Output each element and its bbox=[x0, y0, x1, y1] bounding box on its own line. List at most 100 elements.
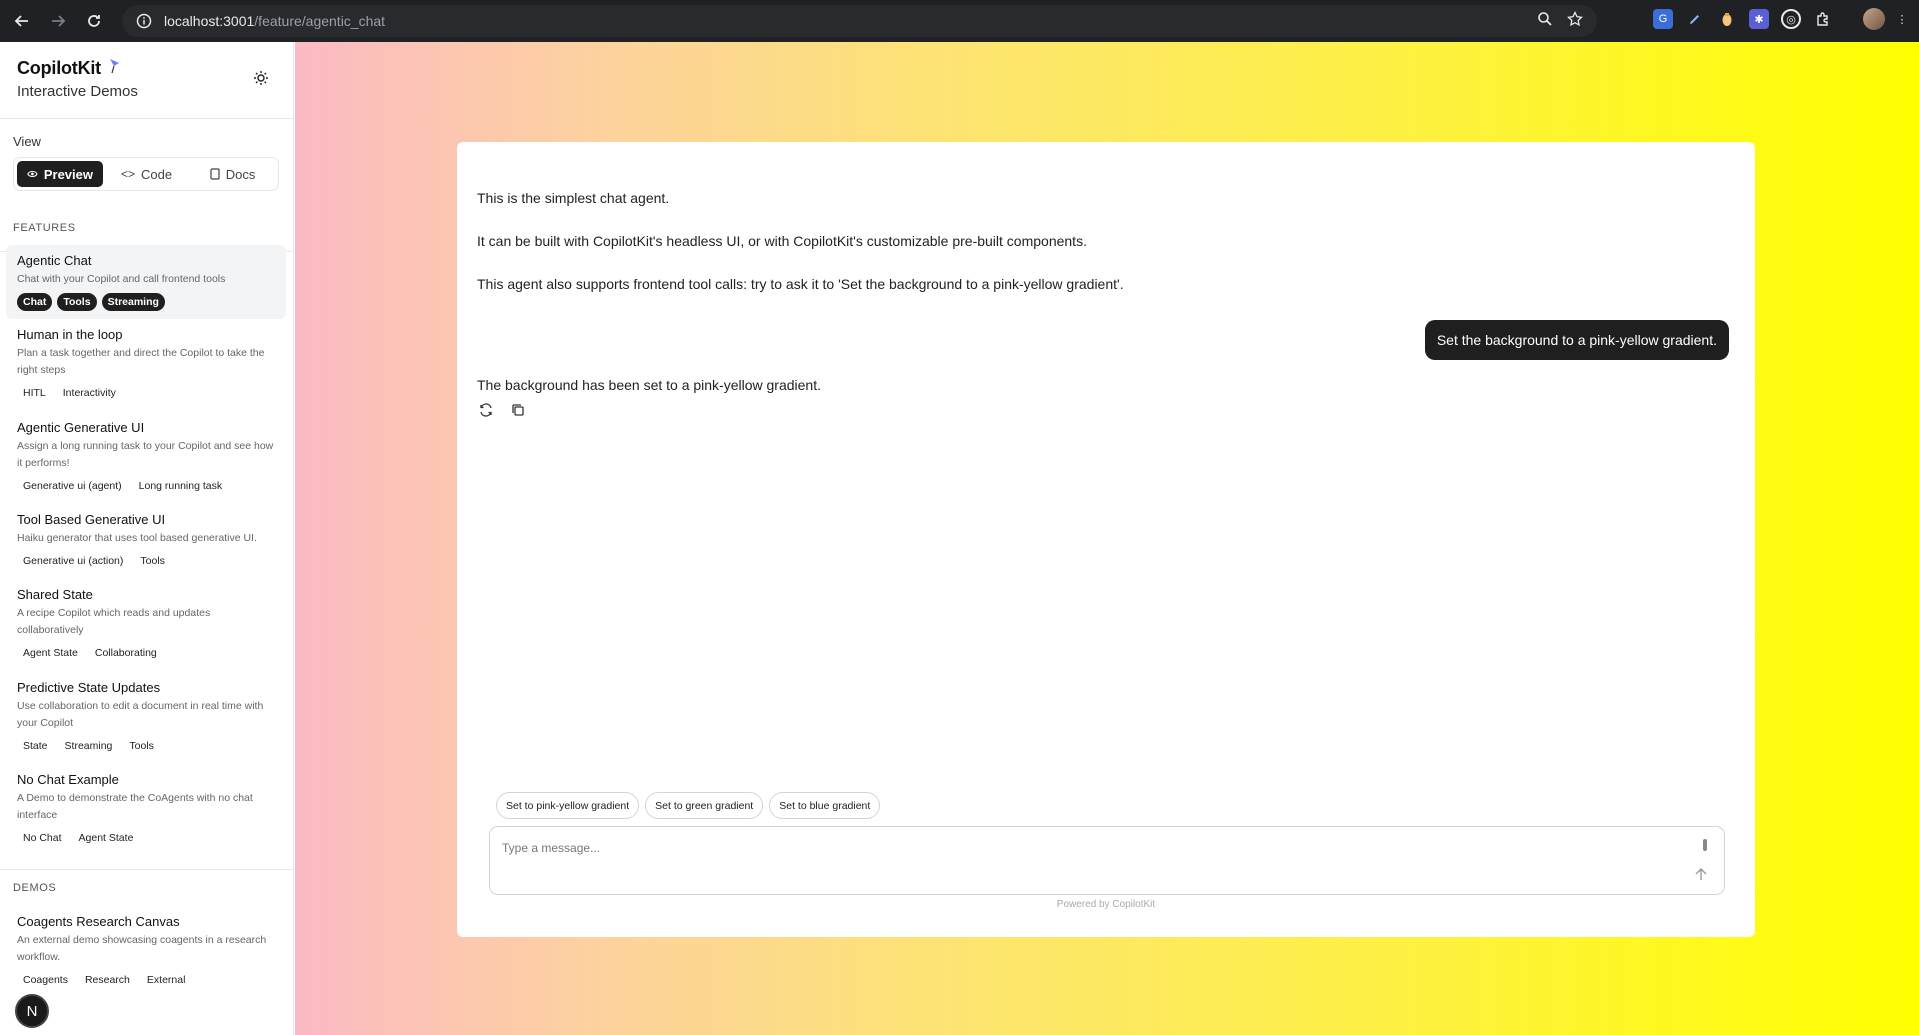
tag: State bbox=[23, 740, 48, 752]
brand-subtitle: Interactive Demos bbox=[17, 83, 138, 100]
tab-code-label: Code bbox=[140, 166, 173, 182]
tab-docs[interactable]: Docs bbox=[190, 161, 275, 187]
feature-title: Tool Based Generative UI bbox=[17, 512, 166, 527]
copy-icon[interactable] bbox=[511, 403, 525, 422]
tab-code[interactable]: <> Code bbox=[107, 161, 186, 187]
shield-extension-icon[interactable]: ◎ bbox=[1781, 9, 1801, 29]
feature-title: Predictive State Updates bbox=[17, 680, 161, 695]
profile-avatar[interactable] bbox=[1863, 8, 1885, 30]
feature-item-agentic-chat[interactable]: Agentic Chat Chat with your Copilot and … bbox=[6, 245, 286, 319]
tag: Long running task bbox=[138, 480, 223, 492]
feature-item-tool-based-generative-ui[interactable]: Tool Based Generative UI Haiku generator… bbox=[6, 504, 286, 578]
input-scrollbar[interactable] bbox=[1703, 839, 1707, 851]
reload-icon[interactable] bbox=[80, 7, 108, 35]
tag: Streaming bbox=[101, 293, 165, 311]
tab-docs-label: Docs bbox=[225, 166, 256, 182]
suggestion-chip[interactable]: Set to pink-yellow gradient bbox=[496, 792, 640, 819]
feature-item-human-in-the-loop[interactable]: Human in the loop Plan a task together a… bbox=[6, 319, 286, 410]
tab-preview[interactable]: Preview bbox=[17, 161, 103, 187]
tag: Tools bbox=[129, 740, 154, 752]
tag: Research bbox=[84, 974, 130, 986]
feature-title: Human in the loop bbox=[17, 327, 123, 342]
tag: Generative ui (agent) bbox=[23, 480, 122, 492]
sun-theme-toggle-icon[interactable] bbox=[253, 70, 273, 90]
feature-item-no-chat-example[interactable]: No Chat Example A Demo to demonstrate th… bbox=[6, 764, 286, 855]
back-icon[interactable] bbox=[8, 7, 36, 35]
bookmark-star-icon[interactable] bbox=[1567, 10, 1583, 32]
demo-description: An external demo showcasing coagents in … bbox=[17, 934, 267, 963]
tag: External bbox=[146, 974, 186, 986]
brand-header: CopilotKit Interactive Demos bbox=[0, 42, 293, 119]
divider bbox=[0, 869, 293, 870]
browser-menu-icon[interactable]: ⋮ bbox=[1897, 9, 1908, 29]
feature-description: A recipe Copilot which reads and updates… bbox=[17, 607, 211, 636]
powered-by-footer[interactable]: Powered by CopilotKit bbox=[457, 899, 1755, 910]
feature-description: Haiku generator that uses tool based gen… bbox=[17, 532, 257, 544]
extensions-puzzle-icon[interactable] bbox=[1813, 9, 1833, 29]
feature-title: Agentic Generative UI bbox=[17, 420, 145, 435]
assistant-message-line: This agent also supports frontend tool c… bbox=[477, 276, 1124, 292]
sidebar: CopilotKit Interactive Demos View Previe… bbox=[0, 42, 294, 1035]
demo-title: Coagents Research Canvas bbox=[17, 914, 180, 929]
forward-icon[interactable] bbox=[44, 7, 72, 35]
tag: HITL bbox=[23, 387, 46, 399]
tag: Chat bbox=[17, 293, 53, 311]
demos-section-label: DEMOS bbox=[13, 882, 57, 894]
feature-title: No Chat Example bbox=[17, 772, 119, 787]
feature-description: Plan a task together and direct the Copi… bbox=[17, 347, 265, 376]
features-section-label: FEATURES bbox=[13, 222, 76, 234]
message-input-box bbox=[489, 826, 1725, 895]
bulb-extension-icon[interactable] bbox=[1717, 9, 1737, 29]
regenerate-icon[interactable] bbox=[479, 403, 493, 422]
translate-extension-icon[interactable]: G bbox=[1653, 9, 1673, 29]
url-text: localhost:3001/feature/agentic_chat bbox=[164, 13, 385, 29]
feature-title: Agentic Chat bbox=[17, 253, 92, 268]
url-path: /feature/agentic_chat bbox=[254, 13, 386, 29]
send-arrow-icon[interactable] bbox=[1692, 865, 1710, 883]
chat-card: This is the simplest chat agent. It can … bbox=[457, 142, 1755, 937]
assistant-message-line: It can be built with CopilotKit's headle… bbox=[477, 233, 1087, 249]
feature-description: A Demo to demonstrate the CoAgents with … bbox=[17, 792, 253, 821]
assistant-reply: The background has been set to a pink-ye… bbox=[477, 377, 821, 393]
main-gradient-area: This is the simplest chat agent. It can … bbox=[295, 42, 1919, 1035]
browser-toolbar: localhost:3001/feature/agentic_chat G ✱ … bbox=[0, 0, 1919, 42]
tag: Tools bbox=[57, 293, 97, 311]
view-tabs: Preview <> Code Docs bbox=[13, 157, 279, 191]
zoom-icon[interactable] bbox=[1537, 11, 1553, 32]
suggestion-chips: Set to pink-yellow gradient Set to green… bbox=[496, 792, 881, 819]
suggestion-chip[interactable]: Set to green gradient bbox=[645, 792, 764, 819]
feature-item-predictive-state-updates[interactable]: Predictive State Updates Use collaborati… bbox=[6, 672, 286, 763]
tag: No Chat bbox=[23, 832, 62, 844]
tag: Interactivity bbox=[62, 387, 116, 399]
tag: Agent State bbox=[78, 832, 134, 844]
view-label: View bbox=[13, 134, 41, 149]
code-icon: <> bbox=[120, 167, 135, 181]
gear-extension-icon[interactable]: ✱ bbox=[1749, 9, 1769, 29]
tag: Coagents bbox=[23, 974, 68, 986]
nextjs-dev-badge[interactable]: N bbox=[15, 994, 49, 1028]
feature-item-agentic-generative-ui[interactable]: Agentic Generative UI Assign a long runn… bbox=[6, 412, 286, 503]
feature-description: Assign a long running task to your Copil… bbox=[17, 440, 274, 469]
feature-description: Use collaboration to edit a document in … bbox=[17, 700, 264, 729]
feature-description: Chat with your Copilot and call frontend… bbox=[17, 273, 226, 285]
book-icon bbox=[210, 168, 220, 180]
eye-icon bbox=[27, 170, 38, 178]
kite-logo-icon bbox=[107, 58, 121, 79]
pen-extension-icon[interactable] bbox=[1685, 9, 1705, 29]
brand-title-text: CopilotKit bbox=[17, 58, 101, 78]
brand-title: CopilotKit bbox=[17, 58, 276, 79]
tag: Tools bbox=[140, 555, 165, 567]
tag: Generative ui (action) bbox=[23, 555, 124, 567]
demo-item-coagents-research-canvas[interactable]: Coagents Research Canvas An external dem… bbox=[6, 906, 286, 997]
tag: Streaming bbox=[64, 740, 113, 752]
tag: Collaborating bbox=[94, 647, 157, 659]
url-host: localhost:3001 bbox=[164, 13, 255, 29]
feature-item-shared-state[interactable]: Shared State A recipe Copilot which read… bbox=[6, 579, 286, 670]
suggestion-chip[interactable]: Set to blue gradient bbox=[769, 792, 881, 819]
address-bar[interactable]: localhost:3001/feature/agentic_chat bbox=[122, 5, 1597, 37]
message-actions bbox=[479, 403, 525, 422]
message-input[interactable] bbox=[502, 841, 1652, 855]
feature-title: Shared State bbox=[17, 587, 93, 602]
site-info-icon[interactable] bbox=[134, 11, 154, 31]
assistant-message-line: This is the simplest chat agent. bbox=[477, 190, 670, 206]
